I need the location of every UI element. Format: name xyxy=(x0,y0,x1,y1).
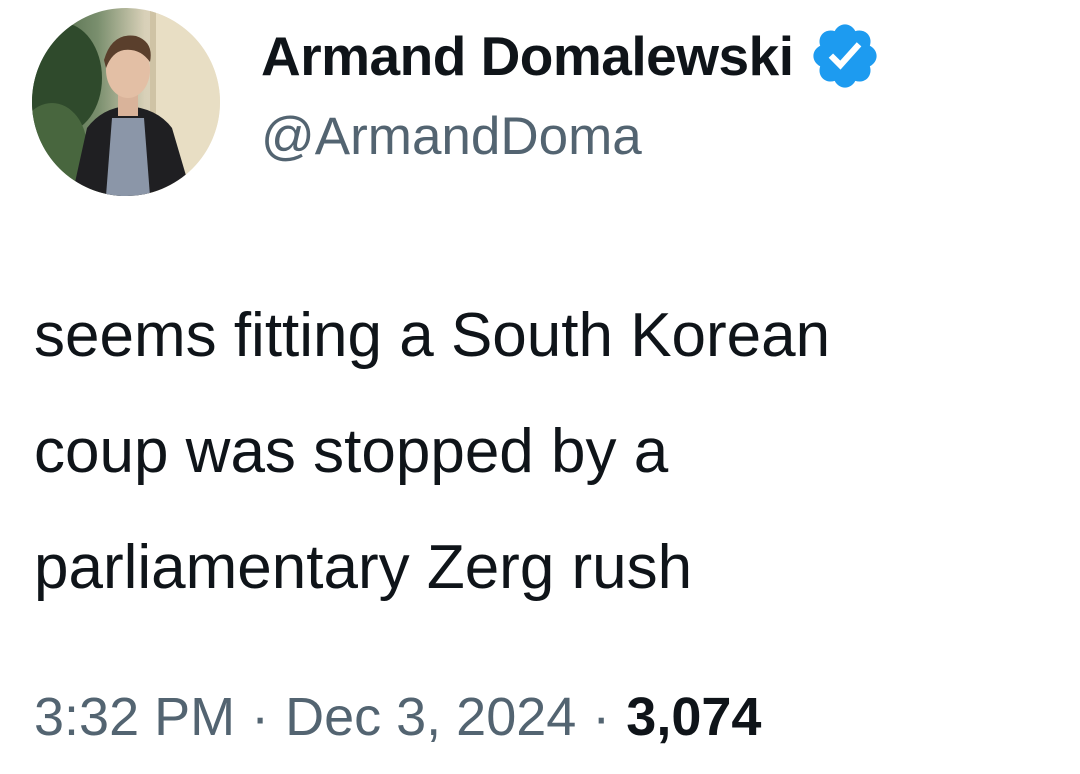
tweet-time[interactable]: 3:32 PM xyxy=(34,687,235,747)
avatar-photo xyxy=(32,8,220,196)
tweet-meta: 3:32 PM · Dec 3, 2024 · 3,074 xyxy=(34,686,761,748)
meta-separator: · xyxy=(592,687,611,747)
author-name-row: Armand Domalewski xyxy=(261,16,882,96)
avatar[interactable] xyxy=(32,8,220,196)
tweet-text: seems fitting a South Korean coup was st… xyxy=(34,301,831,602)
verified-badge-icon xyxy=(808,19,882,93)
meta-separator: · xyxy=(251,687,270,747)
user-handle[interactable]: @ArmandDoma xyxy=(261,106,642,167)
tweet-card: Armand Domalewski @ArmandDoma seems fitt… xyxy=(0,0,1080,774)
display-name[interactable]: Armand Domalewski xyxy=(261,24,794,88)
tweet-date[interactable]: Dec 3, 2024 xyxy=(285,687,576,747)
view-count: 3,074 xyxy=(626,687,762,747)
